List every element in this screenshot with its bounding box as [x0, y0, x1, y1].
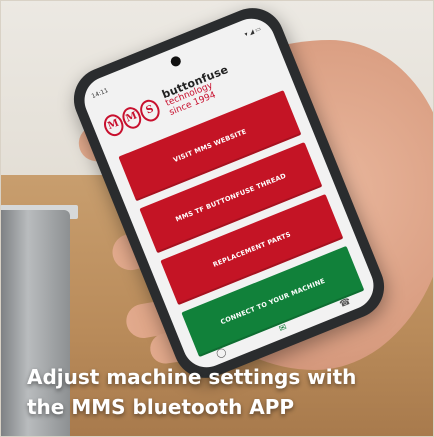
status-icons: ▾ ◢ ▭	[243, 24, 262, 38]
caption-line1: Adjust machine settings with	[27, 365, 357, 389]
brand-text: buttonfuse technology since 1994	[160, 63, 237, 119]
product-photo: 14:11 ▾ ◢ ▭ M M S buttonfuse technology …	[0, 0, 434, 437]
mail-icon[interactable]: ✉	[278, 323, 289, 335]
status-time: 14:11	[90, 86, 110, 100]
mms-logo: M M S	[98, 90, 165, 145]
caption: Adjust machine settings with the MMS blu…	[27, 362, 419, 422]
phone-icon[interactable]: ☎	[338, 297, 352, 310]
whatsapp-icon[interactable]: ◯	[215, 347, 228, 360]
caption-line2: the MMS bluetooth APP	[27, 395, 295, 419]
